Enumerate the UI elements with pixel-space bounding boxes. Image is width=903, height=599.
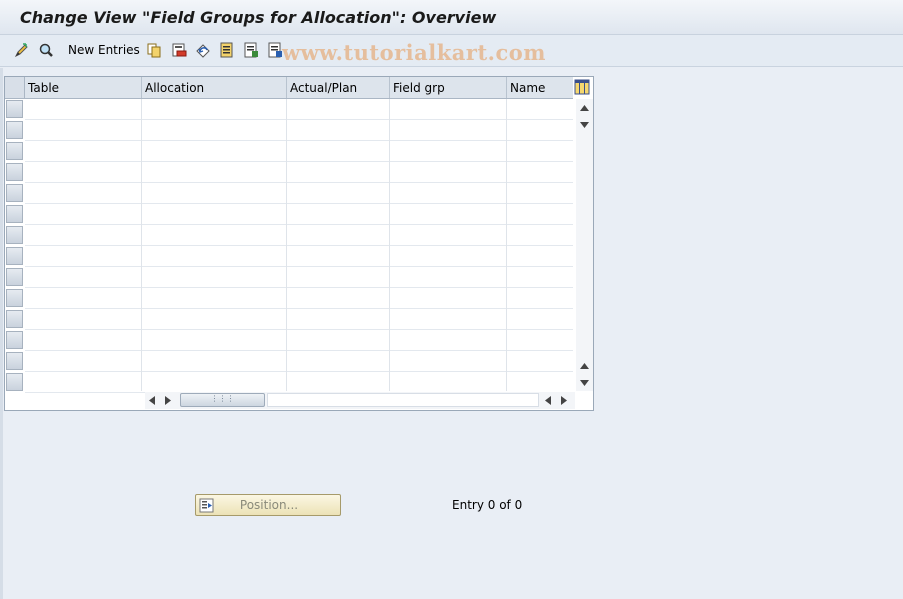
table-row[interactable] — [5, 141, 573, 162]
table-row[interactable] — [5, 288, 573, 309]
column-divider — [141, 99, 142, 391]
select-block-icon[interactable] — [243, 42, 259, 58]
row-select-button[interactable] — [6, 268, 23, 286]
position-button[interactable]: Position... — [195, 494, 341, 516]
row-select-button[interactable] — [6, 352, 23, 370]
row-cells[interactable] — [25, 204, 573, 225]
row-select-button[interactable] — [6, 163, 23, 181]
table-row[interactable] — [5, 246, 573, 267]
table-row[interactable] — [5, 330, 573, 351]
scroll-track[interactable] — [267, 393, 539, 407]
row-cells[interactable] — [25, 351, 573, 372]
table-body — [5, 99, 573, 393]
select-all-rows-button[interactable] — [5, 77, 25, 99]
table-row[interactable] — [5, 267, 573, 288]
table-row[interactable] — [5, 225, 573, 246]
row-cells[interactable] — [25, 141, 573, 162]
table-row[interactable] — [5, 351, 573, 372]
column-header-table[interactable]: Table — [25, 77, 142, 98]
table-row[interactable] — [5, 99, 573, 120]
row-select-button[interactable] — [6, 226, 23, 244]
display-change-icon[interactable] — [14, 42, 30, 58]
column-header-name[interactable]: Name — [507, 77, 573, 98]
row-select-button[interactable] — [6, 184, 23, 202]
deselect-all-icon[interactable] — [267, 42, 283, 58]
scroll-down-icon[interactable] — [576, 118, 593, 132]
scroll-up-icon[interactable] — [576, 101, 593, 115]
table-row[interactable] — [5, 120, 573, 141]
row-cells[interactable] — [25, 309, 573, 330]
scroll-left-end-icon[interactable] — [541, 392, 555, 409]
row-cells[interactable] — [25, 99, 573, 120]
row-select-button[interactable] — [6, 289, 23, 307]
page-title: Change View "Field Groups for Allocation… — [20, 8, 497, 27]
select-all-icon[interactable] — [219, 42, 235, 58]
column-divider — [506, 99, 507, 391]
row-cells[interactable] — [25, 288, 573, 309]
page-up-icon[interactable] — [576, 359, 593, 373]
row-select-button[interactable] — [6, 373, 23, 391]
column-header-actual-plan[interactable]: Actual/Plan — [287, 77, 390, 98]
row-select-button[interactable] — [6, 100, 23, 118]
row-cells[interactable] — [25, 162, 573, 183]
row-cells[interactable] — [25, 372, 573, 393]
delete-icon[interactable] — [171, 42, 187, 58]
row-cells[interactable] — [25, 246, 573, 267]
row-select-button[interactable] — [6, 142, 23, 160]
scroll-thumb[interactable]: ⋮⋮⋮ — [180, 393, 265, 407]
row-cells[interactable] — [25, 330, 573, 351]
entry-counter: Entry 0 of 0 — [452, 498, 523, 512]
page-down-icon[interactable] — [576, 376, 593, 390]
row-select-button[interactable] — [6, 310, 23, 328]
position-button-label: Position... — [239, 498, 299, 512]
left-edge — [0, 68, 3, 599]
table-header: Table Allocation Actual/Plan Field grp N… — [25, 77, 573, 99]
watermark: www.tutorialkart.com — [282, 40, 546, 65]
table-control: Table Allocation Actual/Plan Field grp N… — [4, 76, 594, 411]
new-entries-button[interactable]: New Entries — [68, 43, 140, 57]
row-select-button[interactable] — [6, 121, 23, 139]
table-row[interactable] — [5, 309, 573, 330]
row-cells[interactable] — [25, 120, 573, 141]
horizontal-scrollbar[interactable]: ⋮⋮⋮ — [145, 392, 575, 409]
column-header-allocation[interactable]: Allocation — [142, 77, 287, 98]
application-toolbar: New Entries www.tutorialkart.com — [0, 35, 903, 67]
column-divider — [286, 99, 287, 391]
table-row[interactable] — [5, 183, 573, 204]
vertical-scrollbar[interactable] — [576, 99, 593, 391]
scroll-right-end-icon[interactable] — [557, 392, 571, 409]
find-icon[interactable] — [38, 42, 54, 58]
row-select-button[interactable] — [6, 331, 23, 349]
row-cells[interactable] — [25, 225, 573, 246]
column-header-field-grp[interactable]: Field grp — [390, 77, 507, 98]
copy-icon[interactable] — [146, 42, 162, 58]
scroll-left-icon[interactable] — [145, 392, 159, 409]
table-row[interactable] — [5, 204, 573, 225]
undo-icon[interactable] — [195, 42, 211, 58]
row-cells[interactable] — [25, 267, 573, 288]
row-cells[interactable] — [25, 183, 573, 204]
column-divider — [389, 99, 390, 391]
table-row[interactable] — [5, 162, 573, 183]
row-select-button[interactable] — [6, 205, 23, 223]
row-select-button[interactable] — [6, 247, 23, 265]
scroll-right-icon[interactable] — [161, 392, 175, 409]
table-row[interactable] — [5, 372, 573, 393]
table-settings-icon[interactable] — [574, 79, 590, 95]
title-bar: Change View "Field Groups for Allocation… — [0, 0, 903, 35]
